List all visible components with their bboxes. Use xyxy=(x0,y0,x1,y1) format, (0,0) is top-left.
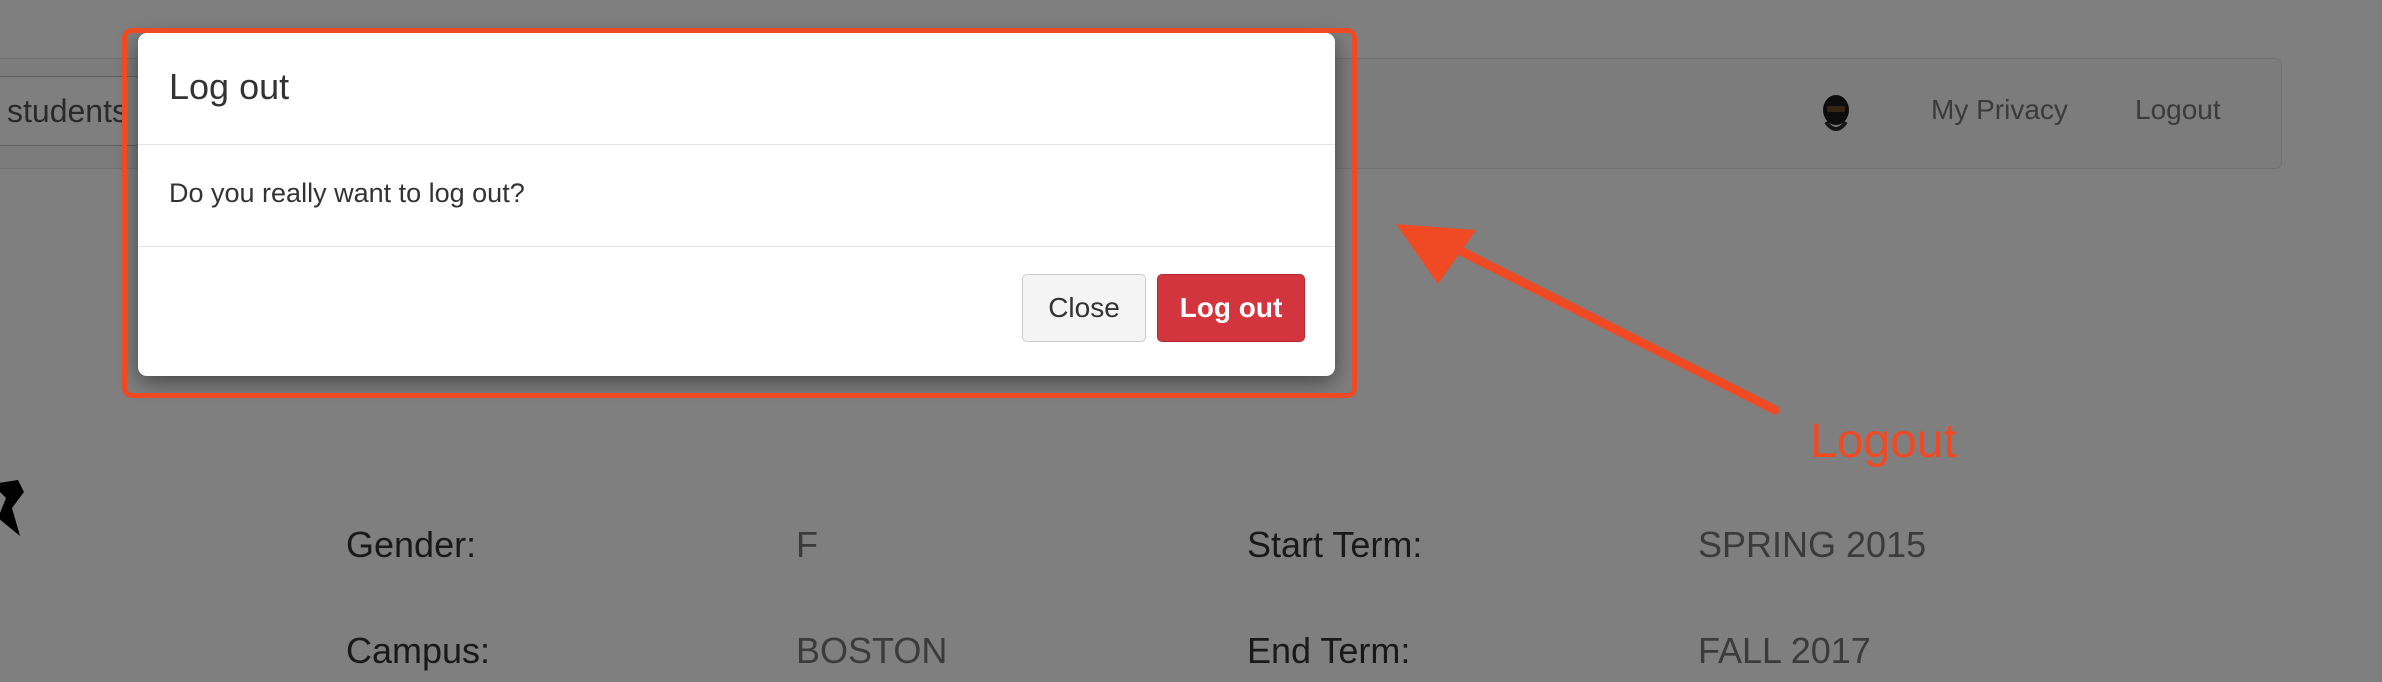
page: students My Privacy Logout Gender: F Sta… xyxy=(0,0,2382,682)
annotation-arrow-icon xyxy=(1396,224,1780,415)
annotation-highlight-box xyxy=(122,28,1357,398)
annotation-label: Logout xyxy=(1810,415,1957,468)
